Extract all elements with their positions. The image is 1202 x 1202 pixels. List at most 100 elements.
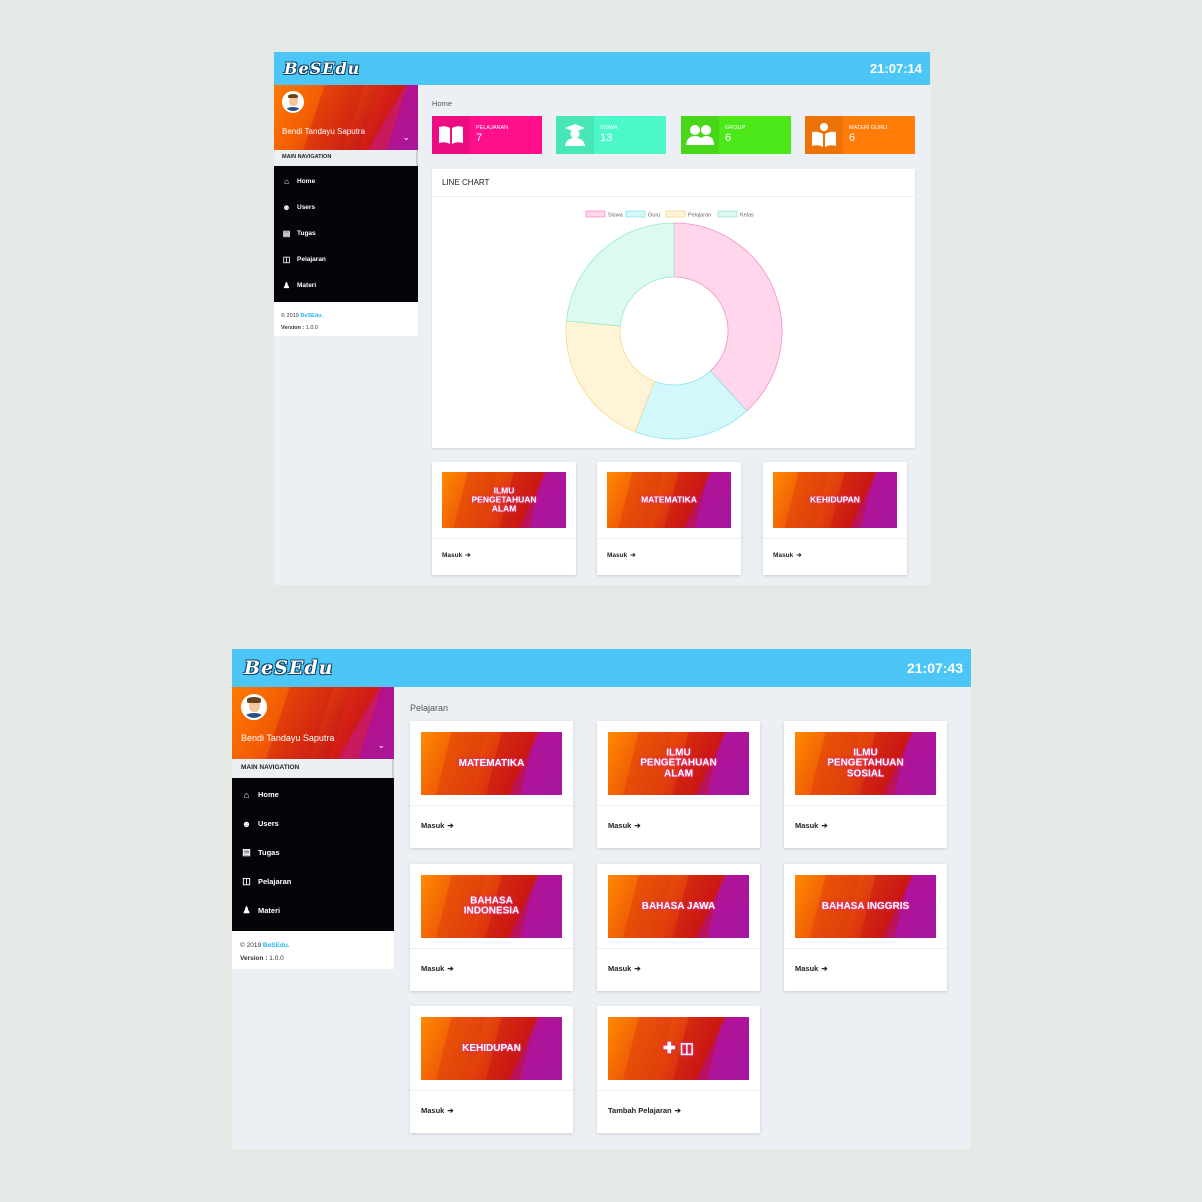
- masuk-link[interactable]: Masuk ➔: [608, 964, 641, 973]
- arrow-right-icon: ➔: [634, 821, 641, 830]
- group-icon: [681, 116, 719, 154]
- arrow-right-icon: ➔: [821, 964, 828, 973]
- sidebar-item-users[interactable]: ☻ Users: [274, 194, 418, 220]
- course-banner: ILMU PENGETAHUAN ALAM: [608, 732, 749, 795]
- app-logo[interactable]: BeSEdu: [284, 59, 360, 78]
- sidebar-item-label: Tugas: [258, 848, 280, 857]
- course-card[interactable]: ILMU PENGETAHUAN SOSIAL Masuk ➔: [784, 721, 947, 848]
- masuk-link[interactable]: Masuk ➔: [607, 551, 636, 559]
- arrow-right-icon: ➔: [674, 1106, 681, 1115]
- course-banner: KEHIDUPAN: [421, 1017, 562, 1080]
- add-course-card[interactable]: ✚ ◫ Tambah Pelajaran ➔: [597, 1006, 760, 1133]
- tambah-pelajaran-link[interactable]: Tambah Pelajaran ➔: [608, 1106, 681, 1115]
- version-label: Version :: [240, 955, 268, 962]
- arrow-right-icon: ➔: [821, 821, 828, 830]
- course-card[interactable]: BAHASA INGGRIS Masuk ➔: [784, 864, 947, 991]
- legend-item[interactable]: Guru: [625, 210, 660, 219]
- chart-panel: LINE CHART Siswa Guru Pelajaran Kelas: [432, 169, 915, 448]
- nav-header: MAIN NAVIGATION: [232, 759, 394, 778]
- legend-swatch: [585, 210, 606, 218]
- masuk-link[interactable]: Masuk ➔: [421, 964, 454, 973]
- sidebar-item-pelajaran[interactable]: ◫ Pelajaran: [232, 867, 394, 896]
- sidebar-item-home[interactable]: ⌂ Home: [274, 168, 418, 194]
- course-banner: ✚ ◫: [608, 1017, 749, 1080]
- course-card-kehidupan[interactable]: KEHIDUPAN Masuk ➔: [763, 462, 907, 575]
- sidebar-item-tugas[interactable]: ▤ Tugas: [274, 220, 418, 246]
- course-title: KEHIDUPAN: [810, 494, 860, 505]
- teacher-icon: ♟: [242, 905, 251, 915]
- pelajaran-screen: BeSEdu 21:07:43 Bendi Tandayu Saputra ⌄ …: [232, 649, 971, 1149]
- course-banner: BAHASA JAWA: [608, 875, 749, 938]
- course-title: ILMU PENGETAHUAN ALAM: [471, 485, 537, 514]
- app-logo[interactable]: BeSEdu: [244, 657, 333, 679]
- course-banner: KEHIDUPAN: [773, 472, 897, 528]
- arrow-right-icon: ➔: [447, 1106, 454, 1115]
- course-card[interactable]: MATEMATIKA Masuk ➔: [410, 721, 573, 848]
- masuk-link[interactable]: Masuk ➔: [795, 821, 828, 830]
- course-banner: MATEMATIKA: [421, 732, 562, 795]
- masuk-link[interactable]: Masuk ➔: [421, 1106, 454, 1115]
- masuk-link[interactable]: Masuk ➔: [421, 821, 454, 830]
- stat-materi-guru[interactable]: MATERI GURU 6: [805, 116, 915, 154]
- course-banner: MATEMATIKA: [607, 472, 731, 528]
- sidebar-item-label: Users: [258, 819, 279, 828]
- sidebar-item-label: Home: [258, 790, 279, 799]
- legend-item[interactable]: Siswa: [585, 210, 624, 219]
- chart-slice-pelajaran[interactable]: [565, 320, 656, 433]
- sidebar-item-home[interactable]: ⌂ Home: [232, 780, 394, 809]
- sidebar-item-users[interactable]: ☻ Users: [232, 809, 394, 838]
- footer-brand-link[interactable]: BeSEdu.: [263, 942, 290, 949]
- course-card[interactable]: BAHASA JAWA Masuk ➔: [597, 864, 760, 991]
- sidebar-item-materi[interactable]: ♟ Materi: [274, 272, 418, 298]
- copyright: © 2019: [240, 942, 263, 949]
- doughnut-chart: Siswa Guru Pelajaran Kelas: [565, 210, 783, 440]
- sidebar-footer: © 2019 BeSEdu. Version : 1.0.0: [274, 302, 418, 336]
- course-card-ipa[interactable]: ILMU PENGETAHUAN ALAM Masuk ➔: [432, 462, 576, 575]
- legend-item[interactable]: Kelas: [717, 210, 754, 219]
- sidebar-item-label: Users: [297, 203, 316, 211]
- masuk-link[interactable]: Masuk ➔: [795, 964, 828, 973]
- sidebar-item-pelajaran[interactable]: ◫ Pelajaran: [274, 246, 418, 272]
- sidebar-item-materi[interactable]: ♟ Materi: [232, 896, 394, 925]
- sidebar: Bendi Tandayu Saputra ⌄ MAIN NAVIGATION …: [274, 85, 418, 336]
- sidebar-item-label: Materi: [297, 281, 317, 289]
- stat-label: GROUP: [725, 125, 746, 131]
- legend-label: Kelas: [740, 213, 754, 219]
- course-title: BAHASA INDONESIA: [463, 895, 520, 917]
- sidebar-item-label: Materi: [258, 906, 281, 915]
- masuk-link[interactable]: Masuk ➔: [608, 821, 641, 830]
- reader-icon: [805, 116, 843, 154]
- nav-list: ⌂ Home ☻ Users ▤ Tugas ◫ Pelajaran ♟ Materi: [274, 166, 418, 302]
- arrow-right-icon: ➔: [447, 821, 454, 830]
- chevron-down-icon[interactable]: ⌄: [377, 740, 385, 751]
- course-card[interactable]: BAHASA INDONESIA Masuk ➔: [410, 864, 573, 991]
- plus-book-icon: ✚ ◫: [663, 1039, 694, 1057]
- course-banner: BAHASA INGGRIS: [795, 875, 936, 938]
- arrow-right-icon: ➔: [447, 964, 454, 973]
- user-panel: Bendi Tandayu Saputra ⌄: [274, 85, 418, 150]
- course-card[interactable]: KEHIDUPAN Masuk ➔: [410, 1006, 573, 1133]
- legend-item[interactable]: Pelajaran: [665, 210, 711, 219]
- stat-value: 13: [600, 132, 613, 144]
- footer-brand-link[interactable]: BeSEdu.: [300, 313, 323, 319]
- users-icon: ☻: [282, 202, 291, 212]
- masuk-link[interactable]: Masuk ➔: [442, 551, 471, 559]
- stat-group[interactable]: GROUP 6: [681, 116, 791, 154]
- stat-pelajaran[interactable]: PELAJARAN 7: [432, 116, 542, 154]
- course-card[interactable]: ILMU PENGETAHUAN ALAM Masuk ➔: [597, 721, 760, 848]
- user-name: Bendi Tandayu Saputra: [282, 127, 366, 136]
- avatar: [282, 91, 304, 113]
- stat-value: 6: [849, 132, 856, 144]
- clock: 21:07:14: [869, 61, 922, 76]
- chart-slice-kelas[interactable]: [566, 222, 675, 327]
- legend-swatch: [665, 210, 686, 218]
- chevron-down-icon[interactable]: ⌄: [402, 132, 410, 143]
- teacher-icon: ♟: [282, 280, 291, 290]
- masuk-link[interactable]: Masuk ➔: [773, 551, 802, 559]
- sidebar-item-tugas[interactable]: ▤ Tugas: [232, 838, 394, 867]
- course-card-matematika[interactable]: MATEMATIKA Masuk ➔: [597, 462, 741, 575]
- legend-label: Siswa: [608, 213, 624, 219]
- stat-siswa[interactable]: SISWA 13: [556, 116, 666, 154]
- course-title: MATEMATIKA: [458, 757, 525, 769]
- version-value: 1.0.0: [304, 325, 318, 331]
